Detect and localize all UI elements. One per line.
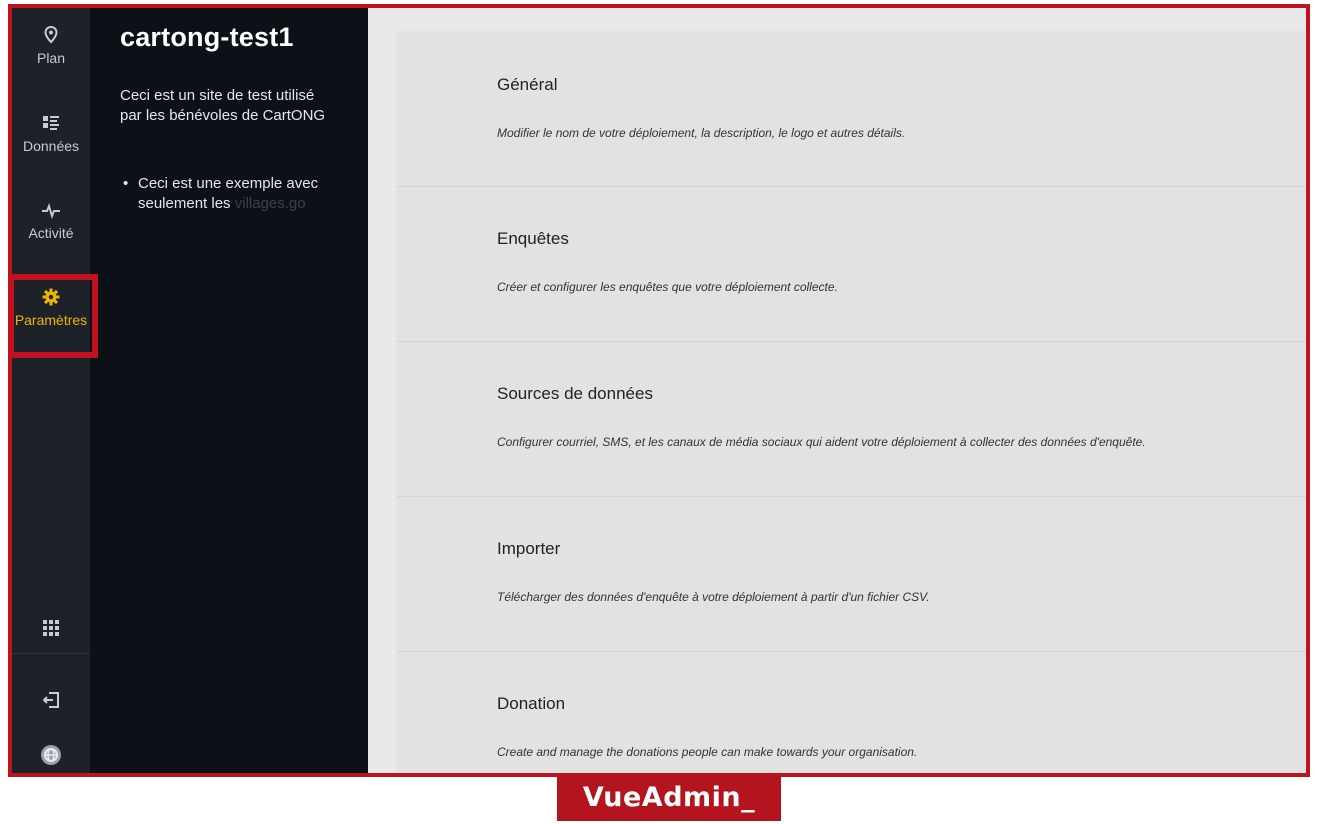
logout-button[interactable] bbox=[12, 692, 90, 716]
apps-grid-icon bbox=[12, 620, 90, 642]
nav-item-activite[interactable]: Activité bbox=[12, 201, 90, 241]
section-description: Modifier le nom de votre déploiement, la… bbox=[497, 126, 906, 140]
section-title: Enquêtes bbox=[497, 229, 569, 248]
nav-label-plan: Plan bbox=[36, 50, 66, 66]
watermark-label: VueAdmin_ bbox=[557, 775, 781, 821]
app-window: Plan Données Activité Paramètres cartong… bbox=[8, 4, 1310, 777]
section-description: Créer et configurer les enquêtes que vot… bbox=[497, 280, 838, 294]
settings-main: Général Modifier le nom de votre déploie… bbox=[368, 8, 1306, 773]
note-text-faded: villages.go bbox=[234, 195, 306, 212]
settings-section-sources[interactable]: Sources de données Configurer courriel, … bbox=[397, 342, 1306, 497]
nav-label-activite: Activité bbox=[28, 225, 74, 241]
settings-section-general[interactable]: Général Modifier le nom de votre déploie… bbox=[397, 32, 1306, 187]
settings-section-importer[interactable]: Importer Télécharger des données d'enquê… bbox=[397, 497, 1306, 652]
deployment-description: Ceci est un site de test utilisé par les… bbox=[120, 87, 326, 124]
section-title: Général bbox=[497, 75, 558, 94]
apps-grid-button[interactable] bbox=[12, 620, 90, 644]
map-pin-icon bbox=[12, 26, 90, 48]
nav-item-donnees[interactable]: Données bbox=[12, 114, 90, 154]
deployment-notes: Ceci est une exemple avec seulement les … bbox=[120, 174, 320, 214]
rail-divider bbox=[12, 653, 90, 654]
settings-panel: Général Modifier le nom de votre déploie… bbox=[397, 32, 1306, 773]
logout-icon bbox=[12, 692, 90, 714]
deployment-title: cartong-test1 bbox=[120, 22, 294, 52]
section-title: Importer bbox=[497, 539, 561, 558]
section-description: Create and manage the donations people c… bbox=[497, 745, 918, 759]
section-description: Télécharger des données d'enquête à votr… bbox=[497, 590, 930, 604]
gear-icon bbox=[12, 288, 90, 310]
list-item: Ceci est une exemple avec seulement les … bbox=[120, 174, 320, 214]
section-title: Donation bbox=[497, 694, 566, 713]
nav-label-donnees: Données bbox=[22, 138, 80, 154]
nav-label-parametres: Paramètres bbox=[14, 312, 88, 328]
deployment-sidebar: cartong-test1 Ceci est un site de test u… bbox=[90, 8, 368, 773]
nav-item-plan[interactable]: Plan bbox=[12, 26, 90, 66]
settings-section-donation[interactable]: Donation Create and manage the donations… bbox=[397, 652, 1306, 773]
section-title: Sources de données bbox=[497, 384, 653, 403]
data-list-icon bbox=[12, 114, 90, 136]
globe-avatar-icon bbox=[12, 744, 90, 766]
primary-nav-rail: Plan Données Activité Paramètres bbox=[12, 8, 90, 773]
user-avatar-button[interactable] bbox=[12, 744, 90, 768]
settings-section-enquetes[interactable]: Enquêtes Créer et configurer les enquête… bbox=[397, 187, 1306, 342]
nav-item-parametres[interactable]: Paramètres bbox=[12, 288, 90, 328]
section-description: Configurer courriel, SMS, et les canaux … bbox=[497, 435, 1146, 449]
activity-icon bbox=[12, 201, 90, 223]
